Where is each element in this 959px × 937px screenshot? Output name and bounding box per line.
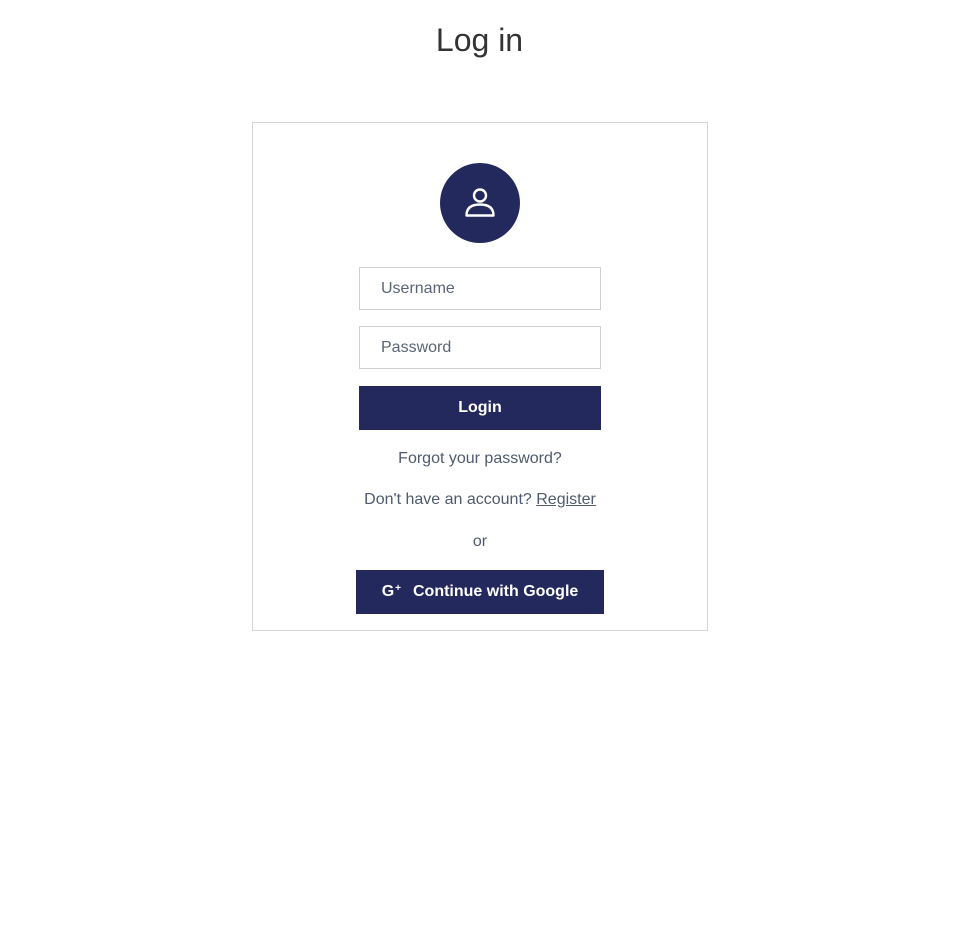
username-field[interactable] bbox=[359, 267, 601, 310]
google-button-label: Continue with Google bbox=[412, 583, 579, 600]
avatar bbox=[440, 163, 520, 243]
google-plus-icon: G + bbox=[381, 583, 401, 600]
forgot-password-link[interactable]: Forgot your password? bbox=[253, 449, 707, 469]
user-icon bbox=[465, 188, 495, 217]
continue-with-google-button[interactable]: G + Continue with Google bbox=[356, 570, 604, 614]
or-divider: or bbox=[472, 533, 488, 550]
login-card: Login Forgot your password? Don't have a… bbox=[252, 122, 708, 631]
register-link[interactable]: Register bbox=[536, 491, 596, 508]
login-page: Log in Login Forgot your password? Don't… bbox=[0, 0, 959, 937]
page-title: Log in bbox=[435, 22, 524, 58]
register-line: Don't have an account? Register bbox=[253, 490, 707, 510]
register-prompt: Don't have an account? bbox=[364, 491, 532, 508]
login-button[interactable]: Login bbox=[359, 386, 601, 430]
password-field[interactable] bbox=[359, 326, 601, 369]
